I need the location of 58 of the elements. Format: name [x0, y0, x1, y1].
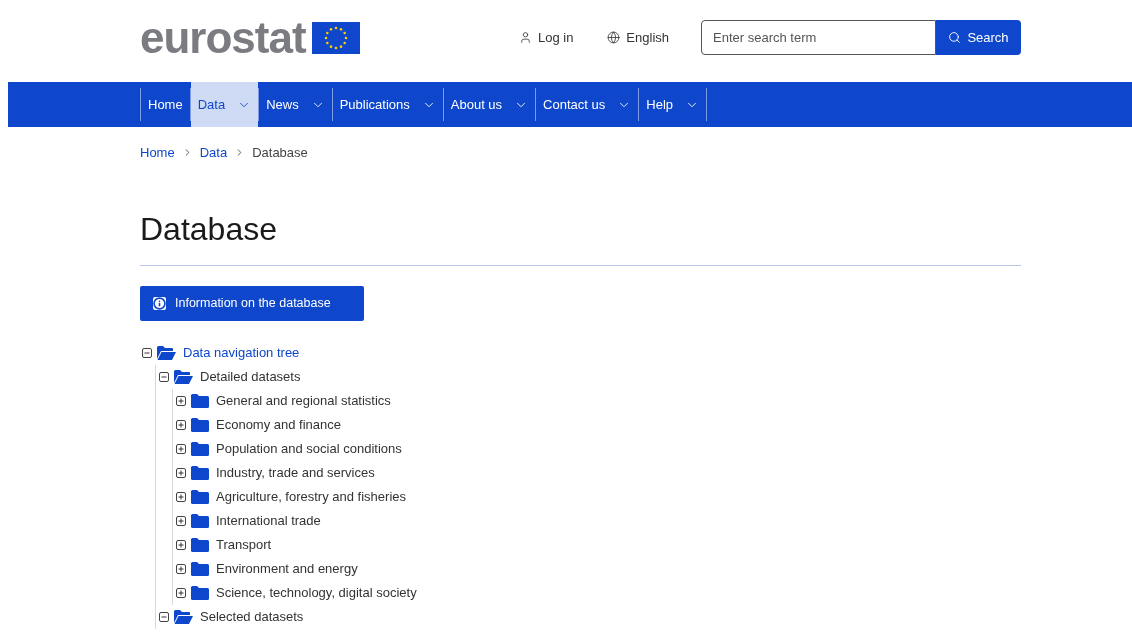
breadcrumb-current: Database	[252, 144, 308, 162]
breadcrumb-link[interactable]: Data	[199, 143, 228, 163]
tree-item[interactable]: Environment and energy	[216, 558, 358, 579]
language-link[interactable]: English	[607, 27, 669, 48]
search-icon	[948, 31, 962, 44]
folder-icon	[191, 393, 209, 408]
tree-item[interactable]: Economy and finance	[216, 414, 342, 435]
collapse-icon[interactable]	[159, 611, 169, 622]
open-folder-icon	[174, 609, 193, 624]
tree-item[interactable]: Agriculture, forestry and fisheries	[216, 486, 407, 507]
info-button[interactable]: Information on the database	[140, 285, 364, 321]
info-icon	[153, 296, 166, 310]
expand-icon[interactable]	[176, 467, 186, 478]
expand-icon[interactable]	[176, 539, 186, 550]
login-link[interactable]: Log in	[518, 27, 574, 48]
open-folder-icon	[157, 345, 176, 360]
expand-icon[interactable]	[176, 443, 186, 454]
tree-item[interactable]: Science, technology, digital society	[216, 582, 417, 603]
folder-icon	[191, 417, 209, 432]
search-field[interactable]: Enter search term	[701, 20, 936, 55]
nav-tab[interactable]: Data	[190, 82, 259, 127]
expand-icon[interactable]	[176, 587, 186, 598]
tree-item[interactable]: General and regional statistics	[216, 390, 391, 411]
collapse-icon[interactable]	[159, 371, 169, 382]
tree-item[interactable]: Industry, trade and services	[216, 462, 375, 483]
tree-item[interactable]: Transport	[216, 534, 272, 555]
nav-tab[interactable]: Contact us	[536, 82, 639, 127]
nav-tab[interactable]: About us	[443, 82, 536, 127]
folder-icon	[191, 513, 209, 528]
globe-icon	[607, 31, 621, 44]
tree-link[interactable]: Data navigation tree	[183, 342, 300, 363]
tree-item[interactable]: Selected datasets	[200, 606, 304, 627]
folder-icon	[191, 585, 209, 600]
folder-icon	[191, 561, 209, 576]
tree-item[interactable]: Detailed datasets	[200, 366, 301, 387]
expand-icon[interactable]	[176, 395, 186, 406]
eu-flag-icon	[311, 21, 360, 54]
open-folder-icon	[174, 369, 193, 384]
search-button[interactable]: Search	[936, 20, 1021, 55]
nav-tab[interactable]: Publications	[332, 82, 443, 127]
breadcrumb-link[interactable]: Home	[140, 143, 175, 163]
nav-tab[interactable]: Home	[141, 82, 190, 127]
tree-item[interactable]: International trade	[216, 510, 321, 531]
expand-icon[interactable]	[176, 419, 186, 430]
page-title: Database	[140, 212, 278, 245]
logo-text: eurostat	[140, 15, 306, 60]
folder-icon	[191, 441, 209, 456]
collapse-icon[interactable]	[142, 347, 152, 358]
folder-icon	[191, 465, 209, 480]
nav-tab[interactable]: Help	[639, 82, 706, 127]
nav-tab[interactable]: News	[259, 82, 332, 127]
user-icon	[518, 31, 532, 44]
folder-icon	[191, 489, 209, 504]
expand-icon[interactable]	[176, 491, 186, 502]
tree-item[interactable]: Population and social conditions	[216, 438, 402, 459]
expand-icon[interactable]	[176, 515, 186, 526]
expand-icon[interactable]	[176, 563, 186, 574]
folder-icon	[191, 537, 209, 552]
